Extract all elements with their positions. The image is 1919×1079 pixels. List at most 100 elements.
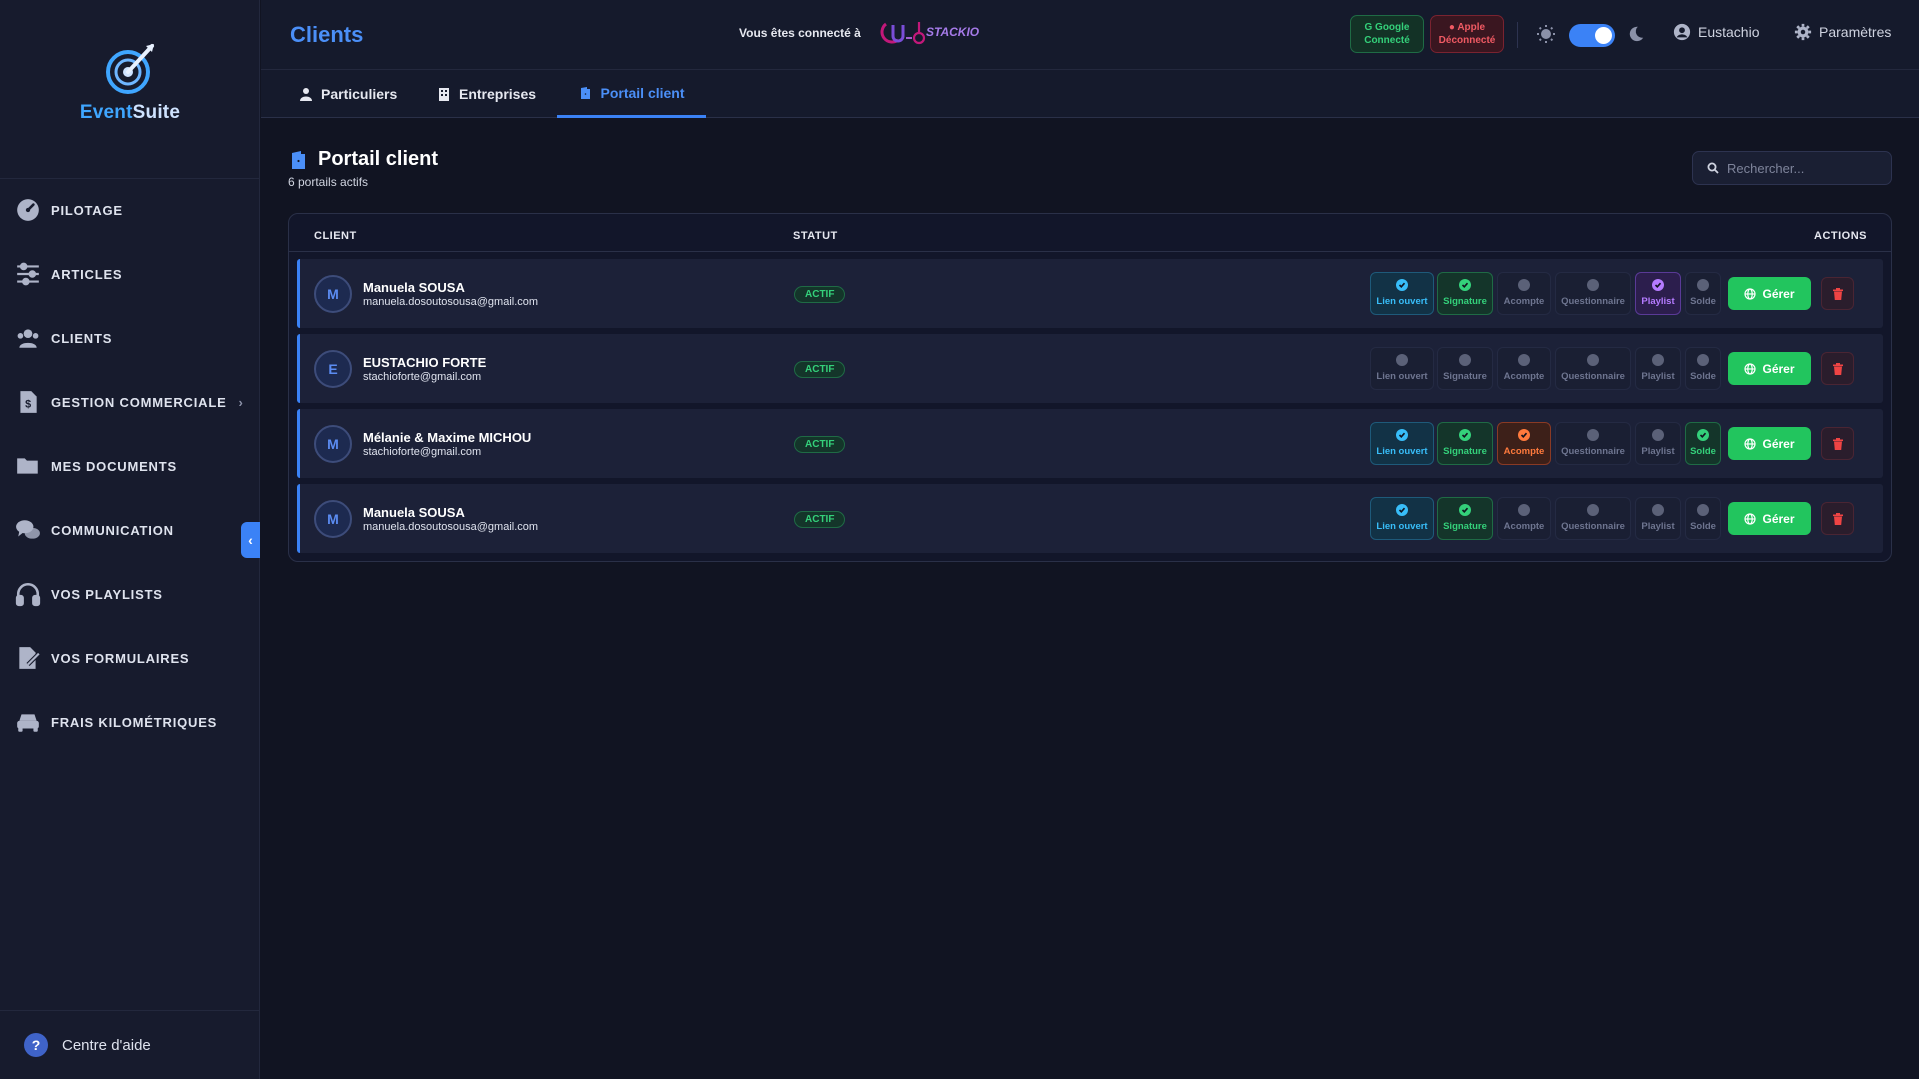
avatar: E [314,350,352,388]
status-chip-label: Acompte [1503,296,1545,307]
status-chip-questionnaire[interactable]: Questionnaire [1555,347,1631,390]
dot-icon [1697,504,1709,516]
manage-button[interactable]: Gérer [1728,352,1811,385]
sidebar-item-clients[interactable]: CLIENTS [0,306,260,370]
avatar: M [314,500,352,538]
status-chip-playlist[interactable]: Playlist [1635,347,1681,390]
column-header-client: CLIENT [314,230,357,242]
status-chip-acompte[interactable]: Acompte [1497,422,1551,465]
client-email: stachioforte@gmail.com [363,371,482,383]
status-chip-lien-ouvert[interactable]: Lien ouvert [1370,347,1434,390]
status-chip-questionnaire[interactable]: Questionnaire [1555,272,1631,315]
status-chip-label: Lien ouvert [1376,296,1428,307]
status-chip-label: Playlist [1641,521,1675,532]
status-chip-acompte[interactable]: Acompte [1497,272,1551,315]
delete-button[interactable] [1821,427,1854,460]
dot-icon [1652,354,1664,366]
theme-toggle-knob [1595,27,1612,44]
sidebar-item-pilotage[interactable]: PILOTAGE [0,178,260,242]
sidebar-item-articles[interactable]: ARTICLES [0,242,260,306]
sidebar-collapse-button[interactable]: ‹ [241,522,260,558]
status-chip-signature[interactable]: Signature [1437,272,1493,315]
column-header-actions: ACTIONS [1814,230,1867,242]
help-center-link[interactable]: ? Centre d'aide [0,1010,260,1079]
status-chip-playlist[interactable]: Playlist [1635,497,1681,540]
car-icon [15,709,41,735]
dot-icon [1587,279,1599,291]
moon-icon[interactable] [1627,24,1645,44]
tab-particuliers[interactable]: Particuliers [299,70,397,118]
sidebar-item-gestion-commerciale[interactable]: $ GESTION COMMERCIALE › [0,370,260,434]
dot-icon [1518,504,1530,516]
tab-portail-client[interactable]: Portail client [557,70,706,118]
status-chip-label: Acompte [1503,521,1545,532]
user-menu[interactable]: Eustachio [1673,23,1759,41]
dot-icon [1652,504,1664,516]
status-chip-label: Acompte [1503,371,1545,382]
building-icon [439,88,449,101]
svg-text:STACKIO: STACKIO [926,25,980,39]
status-chip-lien-ouvert[interactable]: Lien ouvert [1370,497,1434,540]
logo-text-part2: Suite [132,102,181,123]
sidebar-item-vos-playlists[interactable]: VOS PLAYLISTS [0,562,260,626]
sidebar-item-communication[interactable]: COMMUNICATION [0,498,260,562]
status-chip-solde[interactable]: Solde [1685,347,1721,390]
sidebar-item-vos-formulaires[interactable]: VOS FORMULAIRES [0,626,260,690]
client-name: EUSTACHIO FORTE [363,355,487,370]
trash-icon [1832,512,1843,525]
status-chip-questionnaire[interactable]: Questionnaire [1555,497,1631,540]
status-chip-label: Solde [1690,446,1716,457]
status-badge: ACTIF [794,511,846,528]
google-connection-badge[interactable]: G Google Connecté [1350,15,1424,53]
check-circle-icon [1396,429,1408,441]
sidebar-item-label: ARTICLES [51,266,123,282]
status-chip-playlist[interactable]: Playlist [1635,422,1681,465]
header-divider [1517,22,1518,48]
form-icon [15,645,41,671]
status-chip-signature[interactable]: Signature [1437,347,1493,390]
search-input[interactable] [1727,160,1887,176]
status-chip-playlist[interactable]: Playlist [1635,272,1681,315]
manage-button[interactable]: Gérer [1728,277,1811,310]
status-chip-signature[interactable]: Signature [1437,497,1493,540]
status-chip-solde[interactable]: Solde [1685,272,1721,315]
dot-icon [1652,429,1664,441]
status-chip-lien-ouvert[interactable]: Lien ouvert [1370,422,1434,465]
check-circle-icon [1697,429,1709,441]
delete-button[interactable] [1821,352,1854,385]
search-box[interactable] [1692,151,1892,185]
svg-text:$: $ [25,398,32,410]
status-chip-acompte[interactable]: Acompte [1497,347,1551,390]
manage-button-label: Gérer [1762,436,1795,451]
manage-button[interactable]: Gérer [1728,427,1811,460]
globe-icon [1744,362,1757,375]
status-chip-solde[interactable]: Solde [1685,497,1721,540]
sun-icon[interactable] [1536,24,1556,44]
google-badge-status: Connecté [1364,35,1410,46]
table-row: E EUSTACHIO FORTE stachioforte@gmail.com… [297,334,1883,403]
status-chip-lien-ouvert[interactable]: Lien ouvert [1370,272,1434,315]
sidebar-item-mes-documents[interactable]: MES DOCUMENTS [0,434,260,498]
section-title-text: Portail client [318,148,439,170]
status-chip-label: Questionnaire [1561,371,1625,382]
user-name: Eustachio [1698,24,1760,40]
settings-link[interactable]: Paramètres [1794,23,1891,41]
status-chip-acompte[interactable]: Acompte [1497,497,1551,540]
check-circle-icon [1396,279,1408,291]
manage-button[interactable]: Gérer [1728,502,1811,535]
apple-connection-badge[interactable]: ● Apple Déconnecté [1430,15,1504,53]
status-chip-questionnaire[interactable]: Questionnaire [1555,422,1631,465]
app-logo[interactable]: EventSuite [0,40,260,124]
status-chip-solde[interactable]: Solde [1685,422,1721,465]
client-email: manuela.dosoutosousa@gmail.com [363,521,539,533]
delete-button[interactable] [1821,502,1854,535]
column-header-status: STATUT [793,230,838,242]
delete-button[interactable] [1821,277,1854,310]
tab-entreprises[interactable]: Entreprises [437,70,536,118]
sidebar-item-label: MES DOCUMENTS [51,458,177,474]
sidebar-item-frais-kilometriques[interactable]: FRAIS KILOMÉTRIQUES [0,690,260,754]
theme-toggle[interactable] [1569,24,1615,47]
chat-icon [15,517,41,543]
sidebar-item-label: GESTION COMMERCIALE [51,394,227,410]
status-chip-signature[interactable]: Signature [1437,422,1493,465]
